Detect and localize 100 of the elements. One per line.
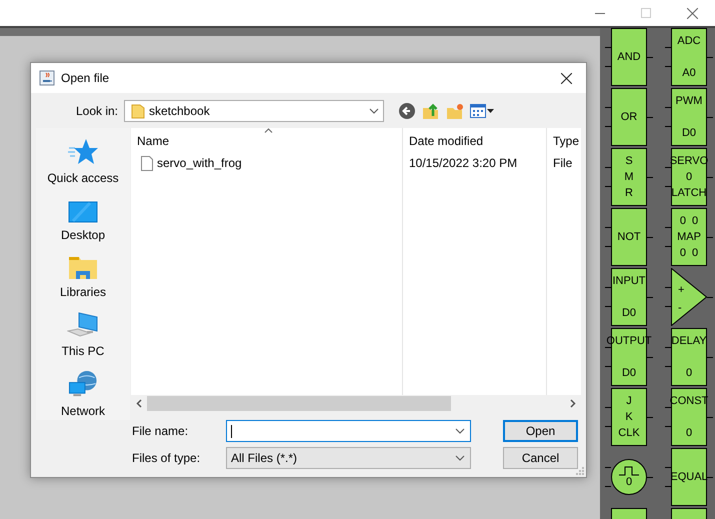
new-folder-icon[interactable] bbox=[446, 102, 464, 120]
block-label: OR bbox=[620, 111, 638, 123]
file-row[interactable]: servo_with_frog 10/15/2022 3:20 PM File bbox=[131, 153, 581, 173]
coffee-cup-icon bbox=[39, 70, 55, 86]
text-cursor bbox=[231, 424, 232, 438]
connector-pin bbox=[605, 426, 611, 427]
close-icon bbox=[560, 72, 572, 84]
block-label: K bbox=[625, 411, 633, 423]
connector-pin bbox=[665, 347, 671, 348]
connector-pin bbox=[665, 426, 671, 427]
connector-pin bbox=[647, 476, 653, 478]
dialog-title: Open file bbox=[61, 70, 110, 87]
logic-block[interactable]: 0 0 MAP 0 0 bbox=[671, 208, 707, 266]
logic-block[interactable]: OR bbox=[611, 88, 647, 146]
place-item[interactable]: Desktop bbox=[60, 197, 106, 244]
connector-pin bbox=[665, 306, 671, 307]
logic-block[interactable]: DELAY 0 bbox=[671, 328, 707, 386]
view-menu-button[interactable] bbox=[470, 104, 494, 118]
block-label: 0 bbox=[686, 367, 692, 379]
connector-pin bbox=[665, 407, 671, 408]
block-label: INPUT bbox=[612, 275, 646, 287]
connector-pin bbox=[605, 66, 611, 67]
logic-block[interactable]: INPUT D0 bbox=[611, 268, 647, 326]
block-label: DELAY bbox=[671, 335, 707, 347]
sort-caret-icon[interactable] bbox=[264, 128, 273, 133]
connector-pin bbox=[647, 236, 653, 238]
grid-view-icon bbox=[470, 104, 486, 118]
block-label: D0 bbox=[622, 307, 636, 319]
block-label: A0 bbox=[682, 67, 696, 79]
file-icon bbox=[141, 156, 153, 170]
logic-block[interactable]: NOT bbox=[611, 208, 647, 266]
block-label: LATCH bbox=[671, 187, 707, 199]
chevron-left-icon[interactable] bbox=[136, 399, 142, 408]
place-item[interactable]: Libraries bbox=[60, 254, 106, 301]
file-type: File bbox=[552, 155, 572, 172]
connector-pin bbox=[647, 296, 653, 298]
connector-pin bbox=[707, 236, 713, 238]
connector-pin bbox=[647, 56, 653, 58]
logic-block[interactable]: ADC A0 bbox=[671, 28, 707, 86]
block-label: MAP bbox=[677, 231, 701, 243]
connector-pin bbox=[605, 246, 611, 247]
place-item[interactable]: This PC bbox=[62, 311, 104, 360]
place-item[interactable]: Network bbox=[60, 370, 105, 420]
file-name-field[interactable] bbox=[226, 420, 471, 442]
file-name: servo_with_frog bbox=[157, 155, 242, 172]
dialog-button[interactable]: Open bbox=[503, 420, 578, 442]
block-label: + bbox=[678, 284, 684, 296]
close-icon bbox=[686, 8, 698, 18]
maximize-icon bbox=[641, 8, 651, 18]
scrollbar-thumb[interactable] bbox=[147, 396, 451, 411]
block-label: R bbox=[625, 187, 633, 199]
connector-pin bbox=[665, 287, 671, 288]
column-header[interactable]: Name bbox=[131, 128, 403, 152]
caret-icon bbox=[487, 109, 494, 113]
file-type-dropdown[interactable]: All Files (*.*) bbox=[226, 447, 471, 469]
look-in-dropdown[interactable]: sketchbook bbox=[124, 100, 384, 122]
place-item[interactable]: Quick access bbox=[47, 138, 119, 187]
logic-block[interactable]: AND bbox=[611, 28, 647, 86]
connector-pin bbox=[605, 167, 611, 168]
connector-pin bbox=[647, 116, 653, 118]
block-label: CLK bbox=[618, 427, 640, 439]
connector-pin bbox=[605, 107, 611, 108]
connector-pin bbox=[647, 176, 653, 178]
block-label: 0 bbox=[686, 427, 692, 439]
connector-pin bbox=[707, 296, 713, 298]
block-label: D0 bbox=[682, 127, 696, 139]
folder-icon bbox=[68, 254, 98, 280]
block-label: 0 bbox=[686, 171, 692, 183]
logic-block[interactable]: S M R bbox=[611, 148, 647, 206]
connector-pin bbox=[707, 176, 713, 178]
connector-pin bbox=[707, 116, 713, 118]
look-in-value: sketchbook bbox=[149, 103, 211, 120]
block-label: PWM bbox=[676, 95, 702, 107]
connector-pin bbox=[665, 167, 671, 168]
connector-pin bbox=[665, 486, 671, 487]
pulse-block[interactable]: 0 bbox=[611, 459, 647, 495]
monitor-icon bbox=[68, 201, 98, 223]
connector-pin bbox=[605, 306, 611, 307]
minimize-icon bbox=[595, 12, 605, 14]
connector-pin bbox=[605, 227, 611, 228]
logic-block[interactable]: PWM D0 bbox=[671, 88, 707, 146]
connector-pin bbox=[647, 416, 653, 418]
up-folder-icon[interactable] bbox=[422, 102, 440, 120]
connector-pin bbox=[707, 356, 713, 358]
block-label: - bbox=[678, 302, 683, 314]
connector-pin bbox=[665, 66, 671, 67]
connector-pin bbox=[707, 56, 713, 58]
logic-block[interactable]: J K CLK bbox=[611, 388, 647, 446]
chevron-down-icon bbox=[455, 428, 465, 434]
dialog-button[interactable]: Cancel bbox=[503, 447, 578, 469]
block-label: AND bbox=[617, 51, 641, 63]
comparator-triangle[interactable] bbox=[671, 268, 707, 326]
block-label: 0 0 bbox=[680, 215, 698, 227]
pulse-icon bbox=[619, 466, 639, 476]
column-header[interactable]: Date modified bbox=[403, 128, 547, 152]
file-date: 10/15/2022 3:20 PM bbox=[408, 155, 518, 172]
chevron-right-icon[interactable] bbox=[570, 399, 576, 408]
block-label: J bbox=[626, 395, 632, 407]
column-header[interactable]: Type bbox=[547, 128, 581, 152]
block-label: D0 bbox=[622, 367, 636, 379]
